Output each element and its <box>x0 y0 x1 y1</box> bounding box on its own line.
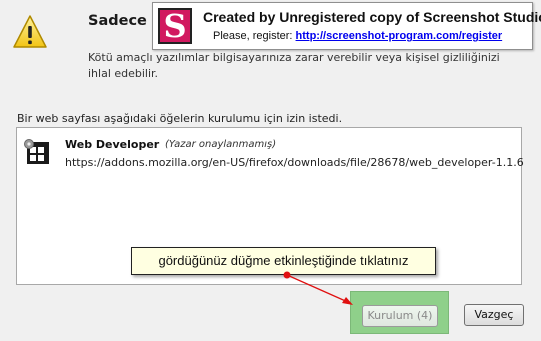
addon-name: Web Developer <box>65 138 160 151</box>
hint-tooltip: gördüğünüz düğme etkinleştiğinde tıklatı… <box>131 247 436 275</box>
watermark-register-prefix: Please, register: <box>213 30 293 42</box>
cancel-button[interactable]: Vazgeç <box>464 304 524 326</box>
watermark-register-line: Please, register: http://screenshot-prog… <box>213 30 502 42</box>
addon-author-note: (Yazar onaylanmamış) <box>165 139 277 150</box>
warning-icon <box>13 15 47 48</box>
screenshot-studio-logo-icon: S <box>158 8 192 44</box>
addon-puzzle-icon <box>24 139 49 164</box>
warning-text: Kötü amaçlı yazılımlar bilgisayarınıza z… <box>88 51 500 80</box>
addon-url: https://addons.mozilla.org/en-US/firefox… <box>65 156 524 169</box>
register-link[interactable]: http://screenshot-program.com/register <box>296 30 503 42</box>
install-button[interactable]: Kurulum (4) <box>362 305 438 327</box>
request-label: Bir web sayfası aşağıdaki öğelerin kurul… <box>17 112 343 125</box>
watermark-banner: S Created by Unregistered copy of Screen… <box>152 2 541 50</box>
watermark-title: Created by Unregistered copy of Screensh… <box>203 9 541 25</box>
